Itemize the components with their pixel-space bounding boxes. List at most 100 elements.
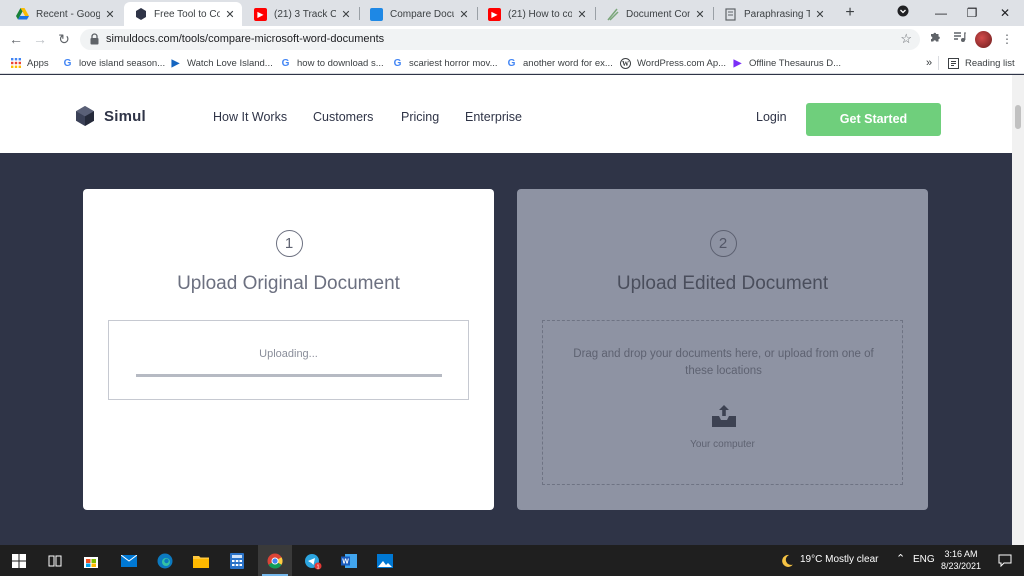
clock-time: 3:16 AM <box>944 549 978 559</box>
nav-enterprise[interactable]: Enterprise <box>465 110 522 124</box>
youtube-icon: ▶ <box>488 7 501 21</box>
bookmark-item[interactable]: ▶ Watch Love Island... <box>170 56 273 70</box>
bookmark-item[interactable]: G how to download s... <box>280 56 384 70</box>
bookmark-item[interactable]: G scariest horror mov... <box>392 56 498 70</box>
profile-avatar[interactable] <box>975 31 992 48</box>
close-icon[interactable]: ✕ <box>458 8 470 21</box>
compare-doc-icon <box>370 7 383 21</box>
bookmark-label: Offline Thesaurus D... <box>749 57 842 69</box>
play-icon: ▶ <box>171 57 180 69</box>
system-clock[interactable]: 3:16 AM 8/23/2021 <box>936 548 986 572</box>
reading-list-button[interactable]: Reading list <box>948 56 1015 70</box>
photos-icon[interactable] <box>368 545 402 576</box>
url-text: simuldocs.com/tools/compare-microsoft-wo… <box>106 33 385 45</box>
svg-text:W: W <box>622 60 629 68</box>
notification-center-icon[interactable] <box>988 545 1022 576</box>
bookmark-item[interactable]: ▶ Offline Thesaurus D... <box>732 56 841 70</box>
page-scrollbar[interactable] <box>1012 75 1024 545</box>
upload-progress-track <box>136 374 442 377</box>
word-icon[interactable]: W <box>332 545 366 576</box>
bookmarks-overflow-icon[interactable]: » <box>926 56 932 70</box>
upload-status-text: Uploading... <box>259 348 318 360</box>
bookmark-item[interactable]: W WordPress.com Ap... <box>620 56 726 70</box>
scrollbar-thumb[interactable] <box>1015 105 1021 129</box>
tab-title: Paraphrasing Too <box>744 8 810 20</box>
play-icon: ▶ <box>733 57 742 69</box>
chevron-up-icon[interactable]: ⌃ <box>896 552 905 565</box>
weather-text[interactable]: 19°C Mostly clear <box>800 554 878 565</box>
reload-icon[interactable]: ↻ <box>54 29 74 49</box>
drop-instructions: Drag and drop your documents here, or up… <box>573 348 874 377</box>
page-viewport: Simul How It Works Customers Pricing Ent… <box>0 75 1012 545</box>
simul-logo-icon <box>76 106 94 126</box>
google-icon: G <box>507 57 516 69</box>
browser-tab[interactable]: Document Comp ✕ <box>596 2 712 26</box>
browser-tab[interactable]: Recent - Google D ✕ <box>6 2 122 26</box>
tab-title: Recent - Google D <box>36 8 100 20</box>
step-number-badge: 2 <box>709 230 737 257</box>
get-started-button[interactable]: Get Started <box>806 103 941 136</box>
microsoft-store-icon[interactable] <box>74 545 108 576</box>
divider <box>938 56 939 70</box>
tab-search-icon[interactable] <box>884 0 922 26</box>
tab-title: Compare Docume <box>390 8 454 20</box>
nav-how-it-works[interactable]: How It Works <box>213 110 287 124</box>
close-icon[interactable]: ✕ <box>224 8 236 21</box>
mail-icon[interactable] <box>112 545 146 576</box>
nav-customers[interactable]: Customers <box>313 110 373 124</box>
media-control-icon[interactable] <box>950 30 968 48</box>
nav-pricing[interactable]: Pricing <box>401 110 439 124</box>
bookmark-label: love island season... <box>79 57 166 69</box>
edge-browser-icon[interactable] <box>148 545 182 576</box>
bookmark-label: Apps <box>27 57 49 69</box>
weather-moon-icon[interactable] <box>770 545 804 576</box>
login-link[interactable]: Login <box>756 110 787 124</box>
browser-tab-active[interactable]: Free Tool to Com ✕ <box>124 2 242 26</box>
browser-tab[interactable]: Paraphrasing Too ✕ <box>714 2 832 26</box>
extensions-puzzle-icon[interactable] <box>926 30 944 48</box>
upload-progress-bar <box>136 374 442 377</box>
telegram-icon[interactable]: 1 <box>296 545 330 576</box>
bookmark-label: WordPress.com Ap... <box>637 57 727 69</box>
close-icon[interactable]: ✕ <box>340 8 352 21</box>
step-number-badge: 1 <box>275 230 303 257</box>
close-icon[interactable]: ✕ <box>694 8 706 21</box>
upload-tray-icon[interactable] <box>711 404 737 428</box>
your-computer-label[interactable]: Your computer <box>543 439 902 450</box>
window-close-icon[interactable]: ✕ <box>986 0 1024 26</box>
calculator-icon[interactable] <box>220 545 254 576</box>
bookmark-item[interactable]: G love island season... <box>62 56 165 70</box>
bookmark-apps[interactable]: Apps <box>10 56 49 70</box>
windows-start-icon[interactable] <box>2 545 36 576</box>
upload-original-card: 1 Upload Original Document Uploading... <box>83 189 494 510</box>
close-icon[interactable]: ✕ <box>104 8 116 21</box>
more-menu-icon[interactable]: ⋮ <box>998 30 1016 48</box>
back-arrow-icon[interactable]: ← <box>6 29 26 49</box>
bookmark-label: how to download s... <box>297 57 384 69</box>
windows-taskbar: 1 W 19°C Mostly clear ⌃ ENG 3:16 AM 8/23… <box>0 545 1024 576</box>
close-icon[interactable]: ✕ <box>814 8 826 21</box>
reading-list-icon <box>948 57 959 69</box>
tab-title: Document Comp <box>626 8 690 20</box>
forward-arrow-icon[interactable]: → <box>30 29 50 49</box>
task-view-icon[interactable] <box>38 545 72 576</box>
browser-tab[interactable]: Compare Docume ✕ <box>360 2 476 26</box>
simul-logo-icon <box>134 8 147 21</box>
drop-zone[interactable]: Drag and drop your documents here, or up… <box>542 320 903 485</box>
file-explorer-icon[interactable] <box>184 545 218 576</box>
address-bar[interactable]: simuldocs.com/tools/compare-microsoft-wo… <box>80 29 920 50</box>
site-logo[interactable]: Simul <box>74 105 146 127</box>
browser-tab[interactable]: ▶ (21) How to comp ✕ <box>478 2 594 26</box>
browser-tab[interactable]: ▶ (21) 3 Track Chan ✕ <box>244 2 358 26</box>
chrome-taskbar-icon[interactable] <box>258 545 292 576</box>
close-icon[interactable]: ✕ <box>576 8 588 21</box>
bookmark-label: another word for ex... <box>523 57 613 69</box>
language-indicator[interactable]: ENG <box>913 554 935 565</box>
google-icon: G <box>281 57 290 69</box>
bookmark-label: scariest horror mov... <box>409 57 498 69</box>
bookmark-star-icon[interactable]: ☆ <box>900 31 912 47</box>
youtube-icon: ▶ <box>254 7 267 21</box>
new-tab-button[interactable]: + <box>840 3 860 23</box>
apps-grid-icon <box>10 58 21 69</box>
bookmark-item[interactable]: G another word for ex... <box>506 56 613 70</box>
